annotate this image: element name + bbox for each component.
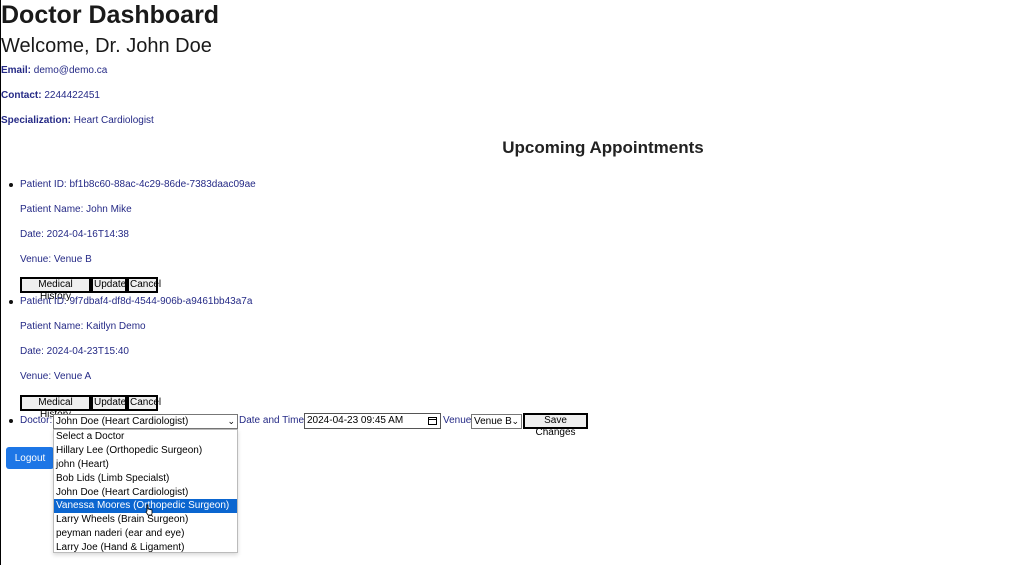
dropdown-option[interactable]: Select a Doctor (54, 430, 237, 444)
datetime-label: Date and Time: (239, 415, 307, 426)
specialization-value: Heart Cardiologist (73, 115, 154, 126)
appointment-venue: Venue: Venue A (20, 371, 92, 382)
medical-history-button[interactable]: Medical History (20, 395, 91, 420)
venue-select[interactable]: Venue B ⌄ (471, 414, 522, 429)
venue-select-value: Venue B (474, 416, 512, 427)
doctor-select-value: John Doe (Heart Cardiologist) (56, 416, 189, 427)
datetime-input[interactable]: 2024-04-23 09:45 AM (304, 413, 441, 429)
specialization-info: Specialization: Heart Cardiologist (1, 115, 154, 127)
cancel-button[interactable]: Cancel (127, 277, 161, 293)
cancel-button[interactable]: Cancel (127, 395, 161, 411)
contact-info: Contact: 2244422451 (1, 90, 100, 102)
appointments-heading: Upcoming Appointments (502, 138, 704, 157)
update-button[interactable]: Update (91, 395, 127, 411)
medical-history-button[interactable]: Medical History (20, 277, 91, 302)
hand-cursor-icon (145, 504, 153, 516)
dropdown-option[interactable]: John Doe (Heart Cardiologist) (54, 486, 237, 500)
appointment-venue: Venue: Venue B (20, 254, 92, 265)
email-value: demo@demo.ca (33, 65, 108, 76)
doctor-select[interactable]: John Doe (Heart Cardiologist) ⌄ (53, 414, 238, 429)
list-bullet (9, 300, 13, 304)
page-title: Doctor Dashboard (1, 1, 220, 29)
specialization-label: Specialization: (1, 115, 72, 126)
calendar-icon[interactable] (428, 417, 437, 425)
patient-id: Patient ID: bf1b8c60-88ac-4c29-86de-7383… (20, 179, 256, 190)
patient-name: Patient Name: Kaitlyn Demo (20, 321, 146, 332)
dropdown-option[interactable]: Hillary Lee (Orthopedic Surgeon) (54, 444, 237, 458)
list-bullet (9, 183, 13, 187)
venue-label: Venue: (443, 415, 475, 426)
patient-id: Patient ID: 9f7dbaf4-df8d-4544-906b-a946… (20, 296, 253, 307)
chevron-down-icon: ⌄ (511, 416, 519, 426)
appointment-date: Date: 2024-04-23T15:40 (20, 346, 129, 357)
email-info: Email: demo@demo.ca (1, 65, 107, 77)
appointment-date: Date: 2024-04-16T14:38 (20, 229, 129, 240)
doctor-label: Doctor: (20, 415, 53, 426)
chevron-down-icon: ⌄ (227, 416, 235, 426)
dropdown-option[interactable]: Larry Joe (Hand & Ligament) (54, 541, 237, 555)
patient-name: Patient Name: John Mike (20, 204, 132, 215)
save-changes-button[interactable]: Save Changes (523, 413, 588, 438)
contact-label: Contact: (1, 90, 42, 101)
doctor-dropdown-list[interactable]: Select a Doctor Hillary Lee (Orthopedic … (53, 429, 238, 553)
logout-button[interactable]: Logout (6, 447, 54, 469)
dropdown-option[interactable]: john (Heart) (54, 458, 237, 472)
welcome-heading: Welcome, Dr. John Doe (1, 35, 212, 57)
dropdown-option[interactable]: Bob Lids (Limb Specialst) (54, 472, 237, 486)
list-bullet (9, 419, 13, 423)
dropdown-option[interactable]: peyman naderi (ear and eye) (54, 527, 237, 541)
update-button[interactable]: Update (91, 277, 127, 293)
email-label: Email: (1, 65, 32, 76)
contact-value: 2244422451 (44, 90, 100, 101)
datetime-value: 2024-04-23 09:45 AM (307, 415, 404, 426)
